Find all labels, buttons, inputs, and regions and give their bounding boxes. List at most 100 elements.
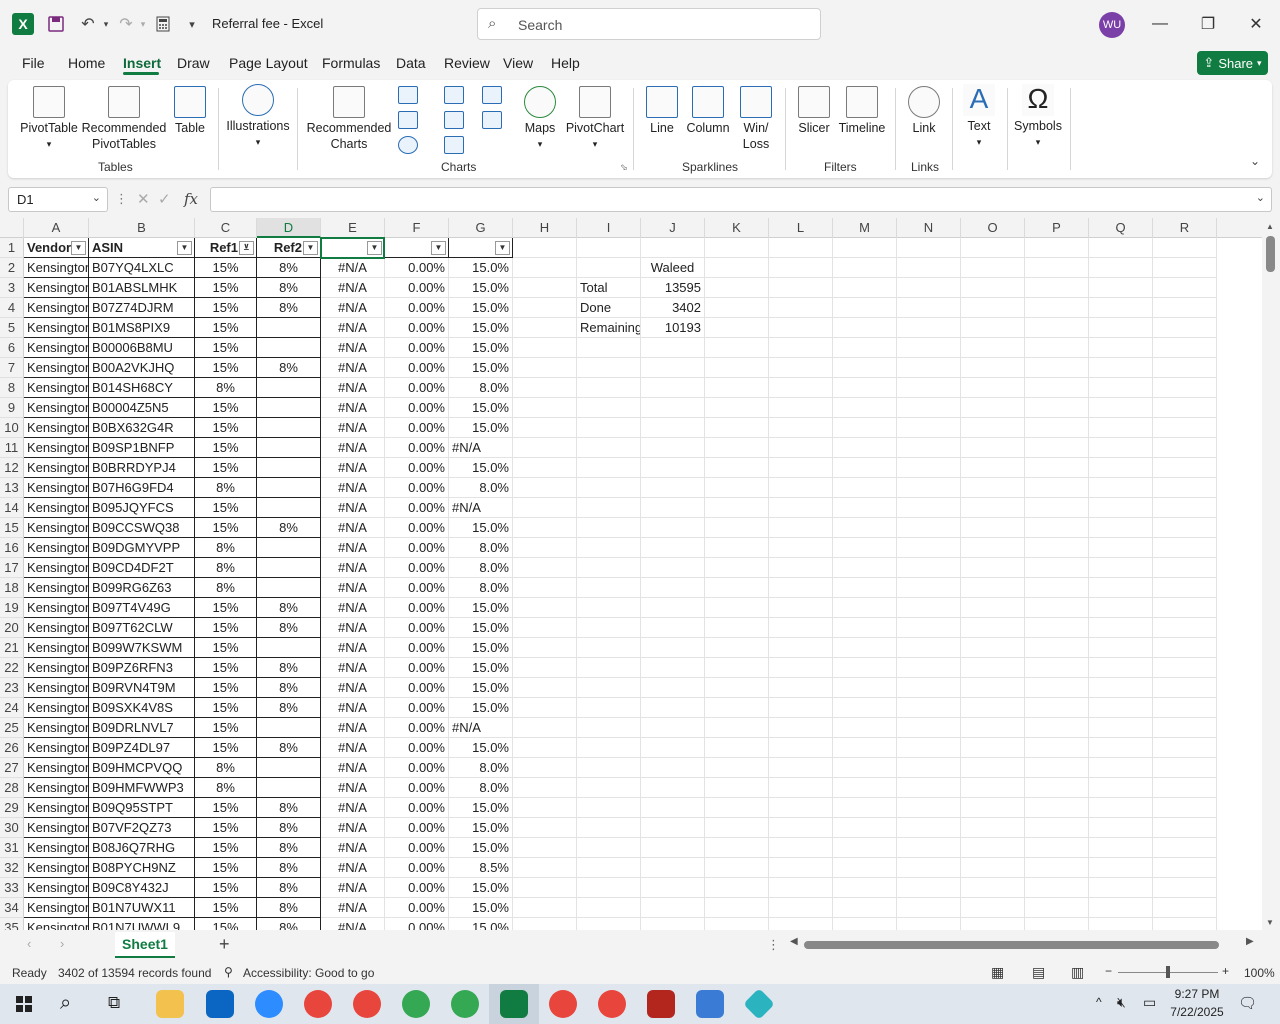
cell[interactable] <box>1153 838 1217 858</box>
cell[interactable] <box>897 298 961 318</box>
chrome-profile-6-icon[interactable] <box>598 990 626 1018</box>
percent-cell[interactable]: 0.00% <box>385 778 449 798</box>
cell[interactable] <box>1025 298 1089 318</box>
cell[interactable] <box>577 418 641 438</box>
asin-cell[interactable]: B09SXK4V8S <box>89 698 195 718</box>
percent-cell[interactable]: 0.00% <box>385 318 449 338</box>
cell[interactable] <box>1025 578 1089 598</box>
sparkline-line-button[interactable]: Line <box>644 86 680 136</box>
cell[interactable] <box>705 578 769 598</box>
cell[interactable] <box>513 378 577 398</box>
asin-cell[interactable]: B09RVN4T9M <box>89 678 195 698</box>
row-header[interactable]: 32 <box>0 858 24 878</box>
cell[interactable] <box>577 518 641 538</box>
cell[interactable] <box>897 538 961 558</box>
summary-remaining-value[interactable]: 10193 <box>641 318 705 338</box>
cell[interactable] <box>833 358 897 378</box>
row-header[interactable]: 21 <box>0 638 24 658</box>
cell[interactable] <box>1089 578 1153 598</box>
cell[interactable] <box>833 458 897 478</box>
lookup-cell[interactable]: #N/A <box>321 818 385 838</box>
column-header[interactable]: A <box>24 218 89 238</box>
percent-cell[interactable]: 0.00% <box>385 818 449 838</box>
row-header[interactable]: 12 <box>0 458 24 478</box>
cell[interactable] <box>897 798 961 818</box>
lookup-cell[interactable]: #N/A <box>321 458 385 478</box>
cell[interactable] <box>1089 478 1153 498</box>
sparkline-column-button[interactable]: Column <box>684 86 732 136</box>
cell[interactable] <box>641 498 705 518</box>
cell[interactable] <box>833 898 897 918</box>
cell[interactable] <box>1025 478 1089 498</box>
cell[interactable] <box>513 918 577 930</box>
cell[interactable] <box>769 378 833 398</box>
excel-taskbar-icon[interactable] <box>500 990 528 1018</box>
calculator-icon[interactable] <box>151 12 175 36</box>
cell[interactable] <box>833 718 897 738</box>
cell[interactable] <box>833 438 897 458</box>
asin-cell[interactable]: B08PYCH9NZ <box>89 858 195 878</box>
cell[interactable] <box>1153 658 1217 678</box>
ref1-cell[interactable]: 8% <box>195 758 257 778</box>
tab-data[interactable]: Data <box>396 55 426 71</box>
column-header[interactable]: B <box>89 218 195 238</box>
row-header[interactable]: 4 <box>0 298 24 318</box>
cell[interactable] <box>961 618 1025 638</box>
lookup-cell[interactable]: #N/A <box>321 878 385 898</box>
cell[interactable] <box>961 438 1025 458</box>
cell[interactable] <box>705 598 769 618</box>
cell[interactable] <box>897 438 961 458</box>
scroll-up-icon[interactable]: ▲ <box>1266 222 1274 231</box>
cell[interactable] <box>1153 578 1217 598</box>
cell[interactable] <box>897 578 961 598</box>
column-header[interactable]: H <box>513 218 577 238</box>
cell[interactable] <box>769 298 833 318</box>
cell[interactable] <box>833 818 897 838</box>
ref1-cell[interactable]: 8% <box>195 378 257 398</box>
ref2-cell[interactable]: 8% <box>257 298 321 318</box>
vendor-cell[interactable]: Kensington <box>24 338 89 358</box>
tab-file[interactable]: File <box>22 55 45 71</box>
ref1-cell[interactable]: 15% <box>195 258 257 278</box>
vendor-cell[interactable]: Kensington <box>24 798 89 818</box>
ref1-cell[interactable]: 15% <box>195 338 257 358</box>
cell[interactable] <box>513 258 577 278</box>
cell[interactable] <box>769 598 833 618</box>
ref1-cell[interactable]: 15% <box>195 878 257 898</box>
vendor-cell[interactable]: Kensington <box>24 578 89 598</box>
cell[interactable] <box>513 338 577 358</box>
cell[interactable] <box>833 618 897 638</box>
cell[interactable] <box>961 318 1025 338</box>
cell[interactable] <box>833 738 897 758</box>
cell[interactable] <box>833 538 897 558</box>
cell[interactable] <box>1089 458 1153 478</box>
share-button[interactable]: ⇪ Share ▾ <box>1197 51 1268 75</box>
rate-cell[interactable]: 15.0% <box>449 658 513 678</box>
row-header[interactable]: 33 <box>0 878 24 898</box>
notifications-icon[interactable]: 🗨︎ <box>1238 994 1257 1012</box>
asin-cell[interactable]: B097T62CLW <box>89 618 195 638</box>
cell[interactable] <box>641 678 705 698</box>
cell[interactable] <box>577 898 641 918</box>
ref2-cell[interactable] <box>257 458 321 478</box>
cell[interactable] <box>705 558 769 578</box>
rate-cell[interactable]: 15.0% <box>449 738 513 758</box>
cell[interactable] <box>833 318 897 338</box>
cell[interactable] <box>769 318 833 338</box>
cell[interactable] <box>1153 798 1217 818</box>
cell[interactable] <box>897 838 961 858</box>
vendor-cell[interactable]: Kensington <box>24 758 89 778</box>
cell[interactable] <box>577 718 641 738</box>
rate-cell[interactable]: 15.0% <box>449 818 513 838</box>
cell[interactable] <box>641 718 705 738</box>
vendor-cell[interactable]: Kensington <box>24 678 89 698</box>
ref2-cell[interactable] <box>257 378 321 398</box>
cell[interactable] <box>1153 598 1217 618</box>
cell[interactable] <box>641 618 705 638</box>
cell[interactable] <box>705 698 769 718</box>
cell[interactable] <box>897 698 961 718</box>
cell[interactable] <box>961 658 1025 678</box>
row-header[interactable]: 3 <box>0 278 24 298</box>
cell[interactable] <box>705 338 769 358</box>
ref2-cell[interactable]: 8% <box>257 358 321 378</box>
